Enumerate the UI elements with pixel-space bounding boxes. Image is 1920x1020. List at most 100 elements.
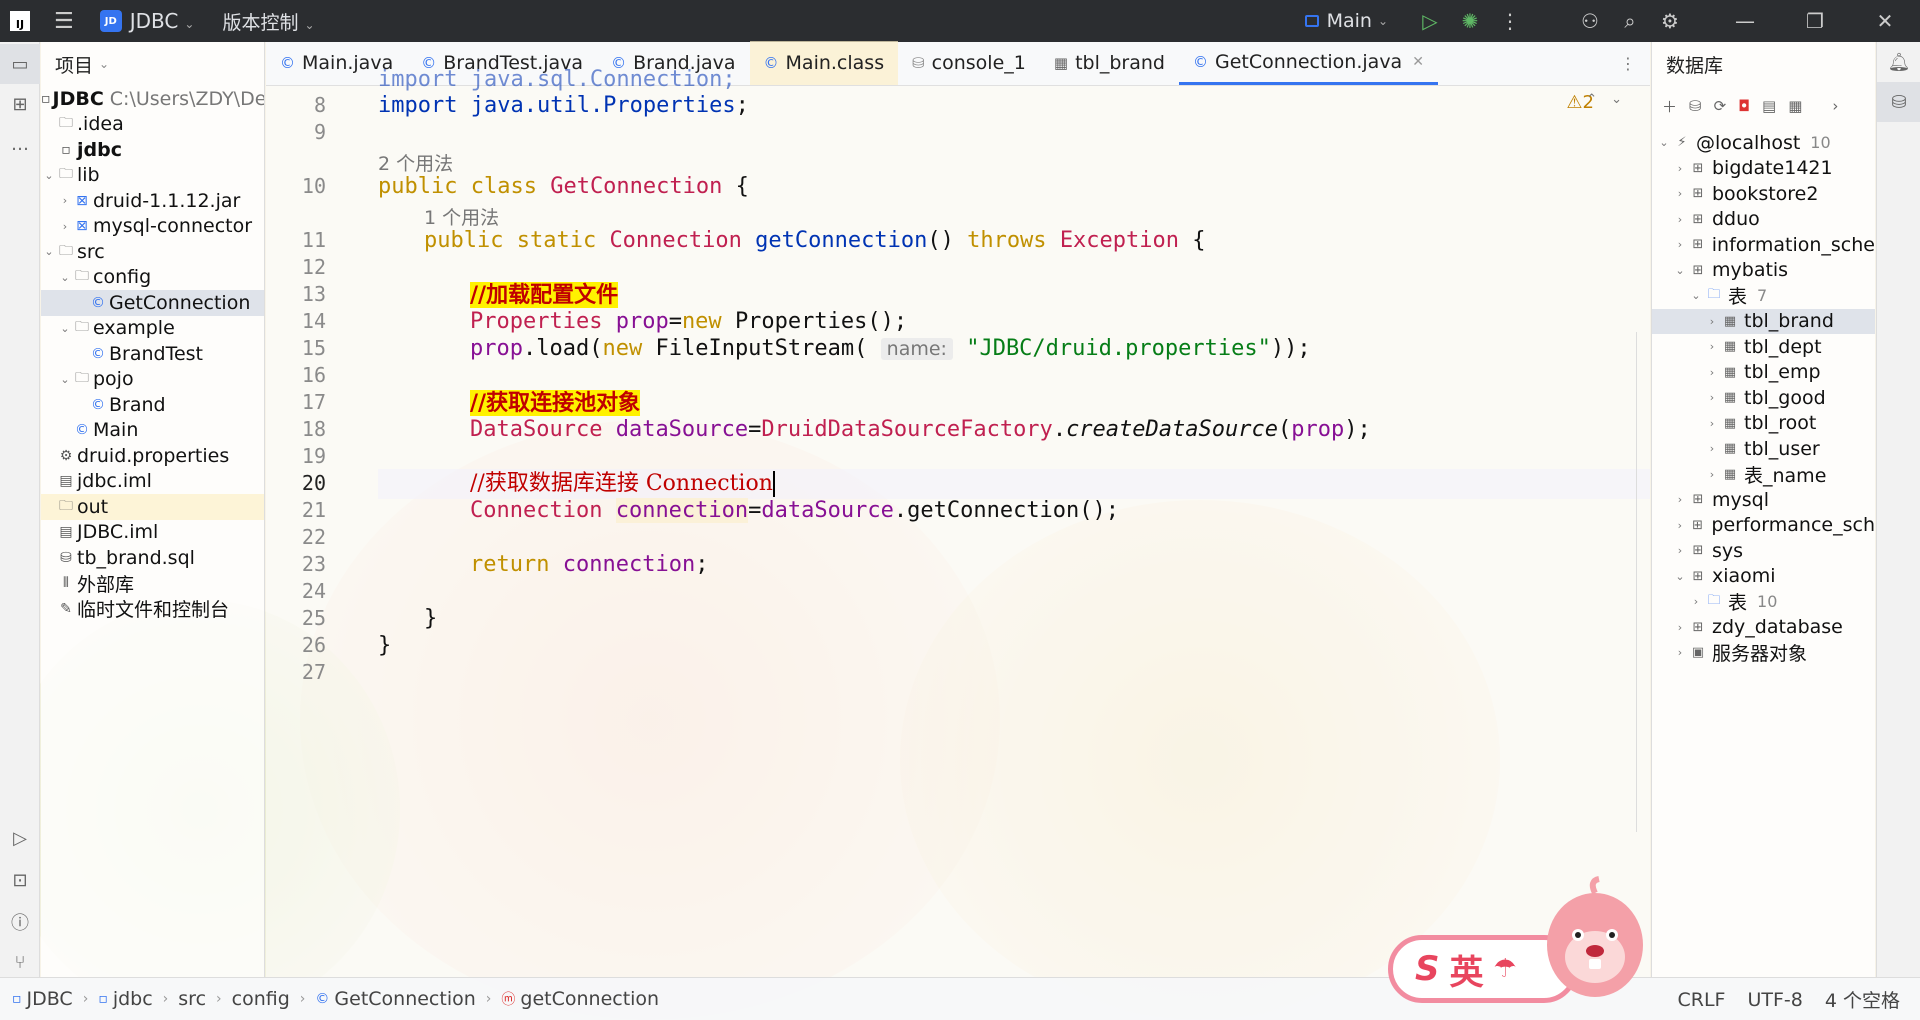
chevron-right-icon[interactable]: ›: [1704, 366, 1720, 379]
editor-tab[interactable]: ⛁ console_1: [898, 41, 1040, 85]
line-number[interactable]: 20: [266, 471, 326, 495]
database-tree-item[interactable]: ⌄ ⊞ mybatis: [1652, 258, 1875, 284]
line-number[interactable]: 24: [266, 579, 326, 603]
close-window-button[interactable]: ✕: [1850, 9, 1920, 33]
project-tree-item[interactable]: › ⊠ druid-1.1.12.jar: [41, 188, 264, 214]
chevron-down-icon[interactable]: ⌄: [1672, 264, 1688, 277]
project-switcher[interactable]: JDBC ⌄: [130, 9, 195, 33]
more-tabs-icon[interactable]: ⋮: [1620, 54, 1636, 73]
chevron-right-icon[interactable]: ›: [1704, 417, 1720, 430]
chevron-down-icon[interactable]: ⌄: [57, 373, 73, 386]
chevron-right-icon[interactable]: ›: [1672, 213, 1688, 226]
line-number[interactable]: 22: [266, 525, 326, 549]
breadcrumb-item[interactable]: config ›: [232, 988, 316, 1010]
line-number[interactable]: 18: [266, 417, 326, 441]
code-editor[interactable]: import java.sql.Connection; import java.…: [378, 67, 1650, 977]
add-icon[interactable]: ＋: [1662, 96, 1677, 117]
minimize-window-button[interactable]: —: [1710, 9, 1780, 33]
database-tree-item[interactable]: › ▦ tbl_root: [1652, 411, 1875, 437]
database-tree-item[interactable]: ⌄ ⊞ xiaomi: [1652, 564, 1875, 590]
line-separator-indicator[interactable]: CRLF: [1677, 989, 1725, 1011]
database-tree-item[interactable]: › ▦ tbl_brand: [1652, 308, 1875, 334]
line-number[interactable]: 19: [266, 444, 326, 468]
editor-tab[interactable]: © Main.class: [749, 41, 899, 85]
structure-tool-icon[interactable]: ⊞: [0, 84, 40, 124]
chevron-right-icon[interactable]: ›: [1704, 315, 1720, 328]
database-tree-item[interactable]: › ▦ 表_name: [1652, 462, 1875, 488]
chevron-right-icon[interactable]: ›: [1832, 97, 1838, 115]
chevron-right-icon[interactable]: ›: [1688, 595, 1704, 608]
more-tools-icon[interactable]: …: [0, 124, 40, 164]
project-tree-item[interactable]: ▫ JDBC C:\Users\ZDY\De: [41, 86, 264, 112]
chevron-right-icon[interactable]: ›: [57, 194, 73, 207]
run-icon[interactable]: ▷: [1410, 9, 1450, 33]
project-tree-item[interactable]: © Main: [41, 418, 264, 444]
restore-window-button[interactable]: ❐: [1780, 9, 1850, 33]
project-tree-item[interactable]: ⌄ 🗀︎ example: [41, 316, 264, 342]
chevron-right-icon[interactable]: ›: [57, 220, 73, 233]
chevron-down-icon[interactable]: ⌄: [57, 322, 73, 335]
breadcrumb-item[interactable]: © GetConnection ›: [315, 988, 501, 1010]
database-tree-item[interactable]: › ⊞ mysql: [1652, 487, 1875, 513]
table-view-icon[interactable]: ▦: [1788, 97, 1802, 115]
chevron-down-icon[interactable]: ⌄: [57, 271, 73, 284]
database-tree-item[interactable]: › ▣ 服务器对象: [1652, 640, 1875, 666]
line-number[interactable]: 17: [266, 390, 326, 414]
project-tree-item[interactable]: ⛁ tb_brand.sql: [41, 545, 264, 571]
project-tree-item[interactable]: ⌄ 🗀︎ config: [41, 265, 264, 291]
database-tree-item[interactable]: › ⊞ information_sche: [1652, 232, 1875, 258]
chevron-right-icon[interactable]: ›: [1672, 519, 1688, 532]
git-tool-icon[interactable]: ⑂: [0, 942, 40, 982]
breadcrumb-item[interactable]: ▫ jdbc ›: [98, 988, 178, 1010]
project-tree-item[interactable]: ⫴ 外部库: [41, 571, 264, 597]
line-number[interactable]: 10: [266, 174, 326, 198]
database-tree-item[interactable]: ⌄ ⚡ @localhost 10: [1652, 130, 1875, 156]
settings-icon[interactable]: ⚙: [1650, 9, 1690, 33]
database-tree-item[interactable]: › ⊞ bookstore2: [1652, 181, 1875, 207]
line-number[interactable]: 8: [266, 93, 326, 117]
database-tree-item[interactable]: › ⊞ performance_sch: [1652, 513, 1875, 539]
chevron-right-icon[interactable]: ›: [1672, 493, 1688, 506]
editor-tab[interactable]: ▦ tbl_brand: [1040, 41, 1179, 85]
database-tree-item[interactable]: › ▦ tbl_good: [1652, 385, 1875, 411]
vcs-menu[interactable]: 版本控制 ⌄: [222, 8, 314, 35]
database-tree-item[interactable]: › ⊞ zdy_database: [1652, 615, 1875, 641]
project-tree-item[interactable]: ⌄ 🗀︎ src: [41, 239, 264, 265]
breadcrumb-item[interactable]: src ›: [178, 988, 231, 1010]
project-tree-item[interactable]: © GetConnection: [41, 290, 264, 316]
line-number[interactable]: 26: [266, 633, 326, 657]
project-tree-item[interactable]: 🗀︎ out: [41, 494, 264, 520]
line-number[interactable]: 16: [266, 363, 326, 387]
database-tree-item[interactable]: › ⊞ sys: [1652, 538, 1875, 564]
chevron-right-icon[interactable]: ›: [1704, 391, 1720, 404]
database-tree-item[interactable]: › ⊞ bigdate1421: [1652, 156, 1875, 182]
line-number[interactable]: 13: [266, 282, 326, 306]
project-tree-item[interactable]: ⚙ druid.properties: [41, 443, 264, 469]
chevron-down-icon[interactable]: ⌄: [1656, 136, 1672, 149]
database-tree-item[interactable]: › ▦ tbl_emp: [1652, 360, 1875, 386]
datasource-properties-icon[interactable]: ⛁: [1689, 97, 1702, 115]
chevron-right-icon[interactable]: ›: [1672, 238, 1688, 251]
chevron-right-icon[interactable]: ›: [1672, 544, 1688, 557]
line-number[interactable]: 9: [266, 120, 326, 144]
project-tree-item[interactable]: © Brand: [41, 392, 264, 418]
chevron-down-icon[interactable]: ⌄: [41, 169, 57, 182]
console-icon[interactable]: ▤: [1762, 97, 1776, 115]
account-icon[interactable]: ⚇: [1570, 9, 1610, 33]
project-tree-item[interactable]: ✎ 临时文件和控制台: [41, 596, 264, 622]
project-tool-icon[interactable]: ▭: [0, 44, 40, 84]
database-tree-item[interactable]: › ⊞ dduo: [1652, 207, 1875, 233]
project-tree-item[interactable]: › ⊠ mysql-connector: [41, 214, 264, 240]
chevron-right-icon[interactable]: ›: [1704, 442, 1720, 455]
chevron-right-icon[interactable]: ›: [1672, 646, 1688, 659]
chevron-down-icon[interactable]: ⌄: [1688, 289, 1704, 302]
line-number[interactable]: 14: [266, 309, 326, 333]
line-number[interactable]: 25: [266, 606, 326, 630]
line-number[interactable]: 23: [266, 552, 326, 576]
database-tree-item[interactable]: › ▦ tbl_dept: [1652, 334, 1875, 360]
breadcrumb-item[interactable]: ⓜ getConnection: [501, 988, 659, 1010]
project-tree-item[interactable]: ▫ jdbc: [41, 137, 264, 163]
breadcrumb-item[interactable]: ▫ JDBC ›: [12, 988, 98, 1010]
line-number[interactable]: 27: [266, 660, 326, 684]
refresh-icon[interactable]: ⟳: [1714, 97, 1727, 115]
